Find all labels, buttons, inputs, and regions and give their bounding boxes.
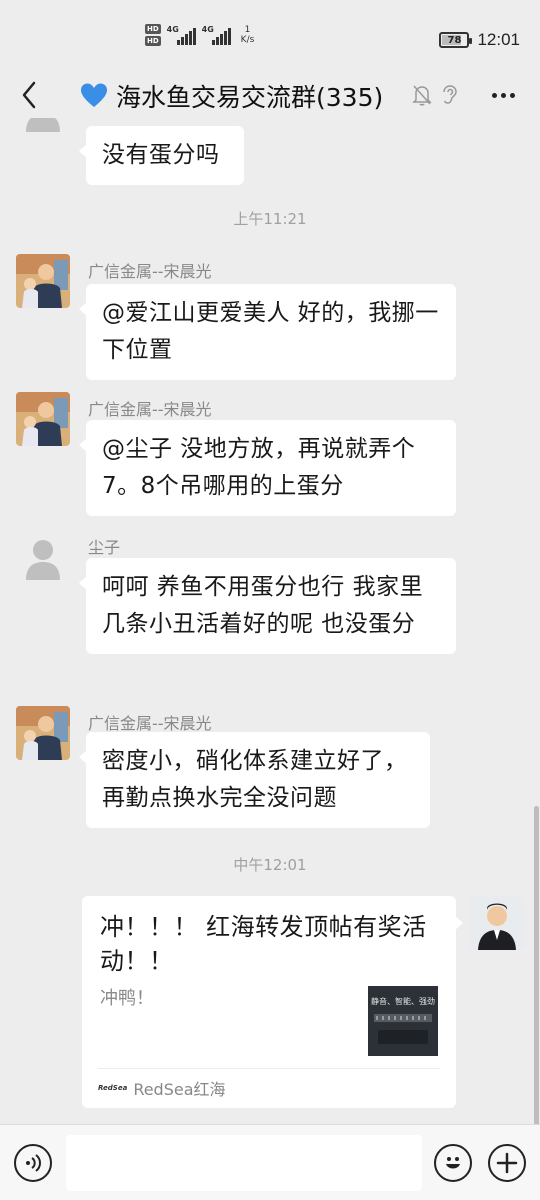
- emoji-button[interactable]: [434, 1144, 472, 1182]
- message-bubble[interactable]: 密度小，硝化体系建立好了，再勤点换水完全没问题: [79, 732, 430, 828]
- voice-icon: [26, 1154, 41, 1172]
- signal-cluster: HD HD 4G 4G 1 K/s: [145, 24, 254, 46]
- message-bubble[interactable]: @爱江山更爱美人 好的，我挪一下位置: [79, 284, 456, 380]
- chevron-left-icon: [22, 81, 36, 109]
- message-bubble[interactable]: 呵呵 养鱼不用蛋分也行 我家里几条小丑活着好的呢 也没蛋分: [79, 558, 456, 654]
- signal-strength-icon-sim2: 4G: [202, 25, 231, 45]
- default-user-icon: [26, 540, 60, 580]
- timestamp: 上午11:21: [233, 210, 307, 228]
- ear-icon: [443, 85, 457, 104]
- card-thumbnail: 静音、智能、强劲: [368, 986, 438, 1056]
- smiley-icon: [446, 1157, 460, 1169]
- avatar[interactable]: [16, 706, 70, 760]
- input-bar: [0, 1124, 540, 1200]
- message-text: 呵呵 养鱼不用蛋分也行 我家里几条小丑活着好的呢 也没蛋分: [102, 574, 424, 637]
- default-user-icon: [26, 118, 60, 132]
- blue-heart-icon: [81, 83, 107, 107]
- mute-bell-icon: [412, 85, 432, 106]
- message-text: 没有蛋分吗: [102, 142, 220, 168]
- plus-icon: [496, 1152, 518, 1174]
- message-text: @爱江山更爱美人 好的，我挪一下位置: [102, 300, 439, 363]
- card-divider: [98, 1068, 440, 1069]
- hd-badge-sim2: HD: [145, 36, 161, 46]
- clock: 12:01: [477, 30, 520, 49]
- message-text: @尘子 没地方放，再说就弄个7。8个吊哪用的上蛋分: [102, 436, 416, 499]
- message-bubble[interactable]: 没有蛋分吗: [79, 126, 244, 185]
- sender-name: 广信金属--宋晨光: [88, 714, 212, 733]
- more-options-button[interactable]: [488, 82, 518, 108]
- timestamp: 中午12:01: [233, 856, 307, 874]
- battery-icon: 78: [439, 32, 473, 48]
- message-text: 密度小，硝化体系建立好了，再勤点换水完全没问题: [102, 748, 408, 811]
- thumbnail-text: 静音、智能、强劲: [371, 996, 435, 1006]
- card-source-name: RedSea红海: [133, 1080, 226, 1099]
- more-dot-icon: [509, 92, 515, 98]
- chat-header: 海水鱼交易交流群(335): [0, 72, 540, 118]
- network-type-label: 4G: [201, 25, 214, 34]
- battery-level: 78: [447, 34, 462, 46]
- network-speed-unit: K/s: [240, 35, 255, 45]
- user-photo-icon: [16, 254, 70, 308]
- user-photo-icon: [16, 706, 70, 760]
- sender-name: 尘子: [88, 538, 121, 557]
- user-photo-icon: [16, 392, 70, 446]
- card-description: 冲鸭！: [100, 988, 154, 1009]
- more-dot-icon: [500, 92, 506, 98]
- back-button[interactable]: [14, 80, 44, 110]
- avatar[interactable]: [16, 254, 70, 308]
- sender-name: 广信金属--宋晨光: [88, 262, 212, 281]
- network-speed-value: 1: [244, 25, 251, 35]
- card-title: 冲！！！ 红海转发顶帖有奖活动！！: [100, 913, 427, 975]
- signal-strength-icon-sim1: 4G: [167, 25, 196, 45]
- user-photo-icon: [470, 896, 524, 950]
- my-avatar[interactable]: [470, 896, 524, 950]
- scrollbar[interactable]: [534, 806, 539, 1124]
- message-input[interactable]: [66, 1135, 422, 1191]
- product-image-icon: 静音、智能、强劲: [368, 986, 438, 1056]
- avatar[interactable]: [16, 530, 70, 584]
- message-list[interactable]: 没有蛋分吗 上午11:21 广信金属--宋晨光 @爱江山更爱美人 好的，我挪一下…: [0, 118, 540, 1124]
- message-bubble[interactable]: @尘子 没地方放，再说就弄个7。8个吊哪用的上蛋分: [79, 420, 456, 516]
- more-functions-button[interactable]: [488, 1144, 526, 1182]
- voice-input-button[interactable]: [14, 1144, 52, 1182]
- more-dot-icon: [491, 92, 497, 98]
- redsea-logo-icon: RedSea: [98, 1084, 128, 1092]
- network-speed: 1 K/s: [241, 25, 255, 45]
- link-card[interactable]: 冲！！！ 红海转发顶帖有奖活动！！ 冲鸭！ 静音、智能、强劲 RedSea Re…: [82, 896, 463, 1108]
- card-source: RedSea RedSea红海: [98, 1076, 226, 1100]
- avatar[interactable]: [16, 392, 70, 446]
- network-type-label: 4G: [166, 25, 179, 34]
- status-bar: HD HD 4G 4G 1 K/s 78 12:01: [0, 0, 540, 72]
- group-name: 海水鱼交易交流群(335): [116, 83, 384, 112]
- chat-title: 海水鱼交易交流群(335): [80, 78, 383, 114]
- sender-name: 广信金属--宋晨光: [88, 400, 212, 419]
- hd-badge-sim1: HD: [145, 24, 161, 34]
- avatar[interactable]: [16, 118, 70, 136]
